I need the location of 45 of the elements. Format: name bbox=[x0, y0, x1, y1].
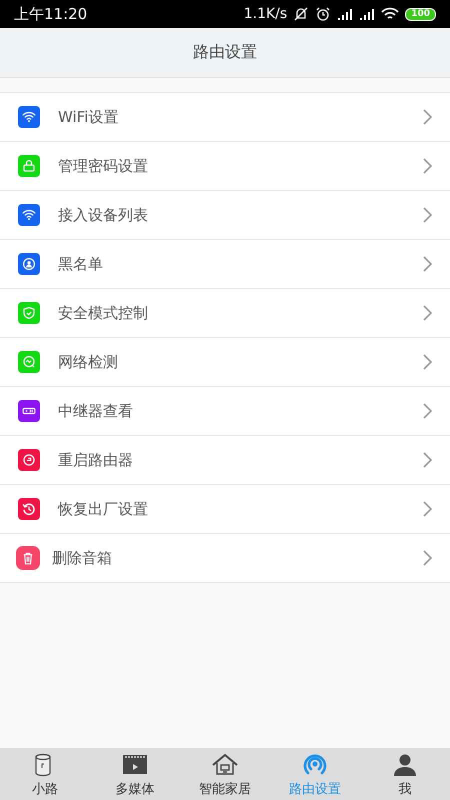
chevron-icon bbox=[422, 501, 432, 517]
settings-item[interactable]: 管理密码设置 bbox=[0, 142, 450, 191]
item-label: 黑名单 bbox=[58, 254, 104, 274]
settings-item[interactable]: 黑名单 bbox=[0, 240, 450, 289]
item-label: 接入设备列表 bbox=[58, 206, 149, 224]
item-label: 恢复出厂设置 bbox=[58, 500, 149, 518]
item-label: 重启路由器 bbox=[58, 450, 134, 470]
chevron-icon bbox=[422, 207, 432, 223]
settings-item[interactable]: 中继器查看 bbox=[0, 387, 450, 436]
chevron-icon bbox=[422, 109, 432, 125]
settings-item[interactable]: 安全模式控制 bbox=[0, 289, 450, 338]
chevron-icon bbox=[422, 403, 432, 419]
settings-item[interactable]: 删除音箱 bbox=[0, 534, 450, 583]
tab[interactable]: 小路 bbox=[0, 748, 90, 800]
chevron-icon bbox=[422, 158, 432, 174]
settings-item[interactable]: WiFi设置 bbox=[0, 93, 450, 142]
item-label: 删除音箱 bbox=[52, 548, 113, 568]
chevron-icon bbox=[422, 550, 432, 566]
chevron-icon bbox=[422, 256, 432, 272]
chevron-icon bbox=[422, 354, 432, 370]
status-time: 上午11:20 bbox=[14, 4, 88, 24]
home-icon bbox=[211, 752, 239, 778]
item-label: 中继器查看 bbox=[58, 402, 134, 420]
network-speed: 1.1K/s bbox=[244, 6, 288, 22]
tab[interactable]: 多媒体 bbox=[90, 748, 180, 800]
tab[interactable]: 我 bbox=[360, 748, 450, 800]
signal-icon bbox=[359, 7, 376, 21]
alarm-icon bbox=[315, 6, 332, 22]
tab[interactable]: 智能家居 bbox=[180, 748, 270, 800]
person-icon bbox=[391, 752, 419, 778]
battery-level: 100 bbox=[405, 8, 436, 20]
chevron-icon bbox=[422, 305, 432, 321]
settings-item[interactable]: 恢复出厂设置 bbox=[0, 485, 450, 534]
page-title: 路由设置 bbox=[193, 42, 257, 63]
wifi-icon bbox=[381, 7, 400, 21]
item-label: 管理密码设置 bbox=[58, 156, 149, 176]
signal-icon bbox=[337, 7, 354, 21]
mute-bell-icon bbox=[293, 6, 310, 22]
item-label: 网络检测 bbox=[58, 352, 119, 372]
settings-item[interactable]: 网络检测 bbox=[0, 338, 450, 387]
settings-item[interactable]: 重启路由器 bbox=[0, 436, 450, 485]
chevron-icon bbox=[422, 452, 432, 468]
settings-item[interactable]: 接入设备列表 bbox=[0, 191, 450, 240]
item-label: WiFi设置 bbox=[58, 108, 120, 126]
item-label: 安全模式控制 bbox=[58, 304, 149, 322]
